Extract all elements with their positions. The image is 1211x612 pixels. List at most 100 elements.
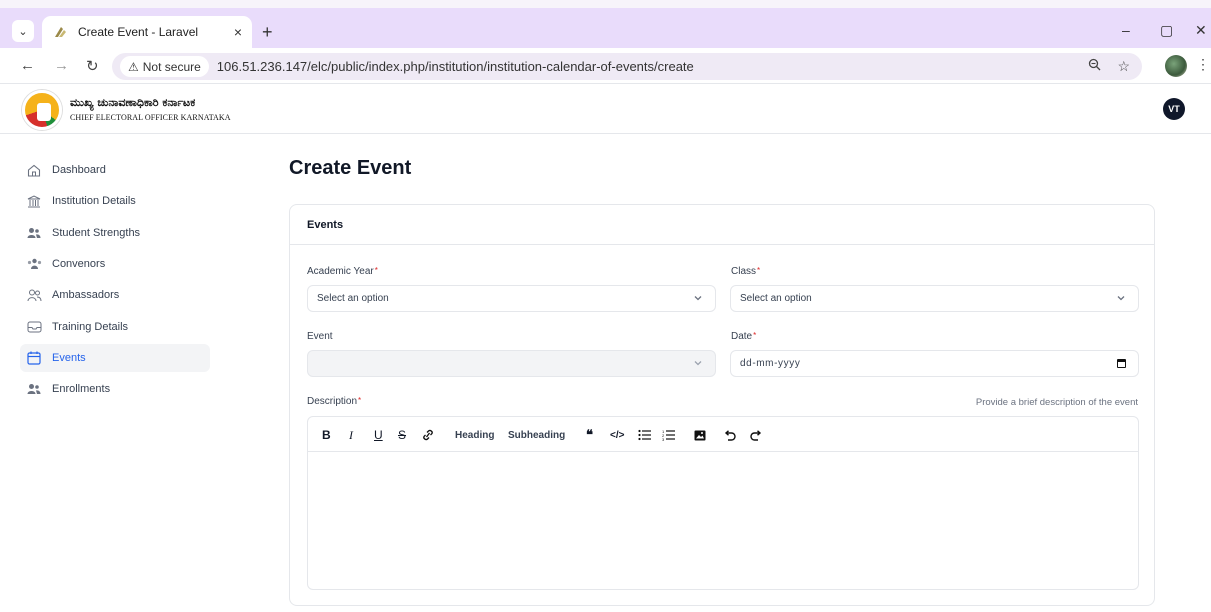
- date-input[interactable]: dd-mm-yyyy: [730, 350, 1139, 377]
- address-bar-row: ← → ↻ ⚠ Not secure 106.51.236.147/elc/pu…: [0, 48, 1211, 84]
- card-title: Events: [290, 205, 1154, 245]
- bookmark-star-icon[interactable]: ☆: [1117, 58, 1130, 75]
- sidebar-item-convenors[interactable]: Convenors: [20, 250, 210, 278]
- required-mark: *: [374, 266, 378, 275]
- browser-menu-icon[interactable]: ⋮: [1196, 56, 1210, 73]
- sidebar-item-student-strengths[interactable]: Student Strengths: [20, 219, 210, 247]
- event-label-text: Event: [307, 331, 333, 342]
- chevron-down-icon: [694, 296, 702, 301]
- sidebar-item-label: Convenors: [52, 258, 106, 270]
- sidebar-item-ambassadors[interactable]: Ambassadors: [20, 281, 210, 309]
- sidebar-item-label: Training Details: [52, 321, 129, 333]
- tab-title: Create Event - Laravel: [78, 25, 199, 39]
- bullet-list-button[interactable]: [638, 427, 651, 443]
- window-close-button[interactable]: ✕: [1195, 22, 1207, 39]
- undo-icon: [724, 429, 736, 441]
- description-hint: Provide a brief description of the event: [975, 397, 1138, 408]
- zoom-icon[interactable]: [1088, 58, 1101, 75]
- security-label: Not secure: [142, 59, 201, 74]
- bold-button[interactable]: B: [322, 427, 331, 443]
- undo-button[interactable]: [724, 427, 736, 443]
- browser-profile-avatar[interactable]: [1165, 55, 1187, 77]
- blockquote-button[interactable]: ❝: [586, 427, 593, 443]
- org-name-kannada: ಮುಖ್ಯ ಚುನಾವಣಾಧಿಕಾರಿ ಕರ್ನಾಟಕ: [70, 96, 196, 109]
- user-avatar[interactable]: VT: [1163, 98, 1185, 120]
- home-icon: [26, 163, 42, 177]
- warning-icon: ⚠: [128, 59, 139, 74]
- date-placeholder: dd-mm-yyyy: [740, 358, 801, 369]
- date-label-text: Date: [731, 331, 753, 342]
- heading-button[interactable]: Heading: [455, 427, 494, 443]
- redo-icon: [750, 429, 762, 441]
- people-outline-icon: [26, 288, 42, 302]
- description-label: Description*: [307, 396, 361, 407]
- omnibox[interactable]: ⚠ Not secure 106.51.236.147/elc/public/i…: [112, 53, 1142, 80]
- sidebar-item-label: Ambassadors: [52, 289, 120, 301]
- minimize-button[interactable]: –: [1122, 22, 1130, 38]
- academic-year-label-text: Academic Year: [307, 266, 374, 277]
- sidebar-item-training-details[interactable]: Training Details: [20, 313, 210, 341]
- tab-close-icon[interactable]: ×: [234, 24, 242, 40]
- event-label: Event: [307, 331, 333, 342]
- new-tab-button[interactable]: +: [262, 22, 273, 42]
- sidebar-item-enrollments[interactable]: Enrollments: [20, 375, 210, 403]
- events-form-card: Events Academic Year* Select an option C…: [289, 204, 1155, 606]
- security-chip[interactable]: ⚠ Not secure: [120, 56, 209, 77]
- underline-button[interactable]: U: [374, 427, 383, 443]
- sidebar: Dashboard Institution Details Student St…: [0, 134, 230, 612]
- chevron-down-icon: [1117, 296, 1125, 301]
- sidebar-item-label: Enrollments: [52, 383, 111, 395]
- class-label: Class*: [731, 266, 760, 277]
- forward-arrow-icon[interactable]: →: [54, 57, 69, 74]
- org-name-english: CHIEF ELECTORAL OFFICER KARNATAKA: [70, 113, 231, 122]
- class-label-text: Class: [731, 266, 757, 277]
- reload-icon[interactable]: ↻: [86, 57, 99, 75]
- ceo-logo-emblem: [22, 90, 62, 130]
- browser-chrome: ⌄ Create Event - Laravel × + – ▢ ✕ ← → ↻…: [0, 0, 1211, 84]
- class-select[interactable]: Select an option: [730, 285, 1139, 312]
- strikethrough-button[interactable]: S: [398, 427, 406, 443]
- ordered-list-button[interactable]: 123: [662, 427, 675, 443]
- sidebar-item-dashboard[interactable]: Dashboard: [20, 156, 210, 184]
- back-arrow-icon[interactable]: ←: [20, 57, 35, 74]
- description-editor-area[interactable]: [308, 452, 1138, 589]
- sidebar-item-label: Institution Details: [52, 195, 136, 207]
- academic-year-label: Academic Year*: [307, 266, 378, 277]
- subheading-button[interactable]: Subheading: [508, 427, 565, 443]
- page-title: Create Event: [289, 157, 412, 179]
- redo-button[interactable]: [750, 427, 762, 443]
- academic-year-select[interactable]: Select an option: [307, 285, 716, 312]
- calendar-icon: [26, 351, 42, 365]
- tray-icon: [26, 320, 42, 334]
- image-button[interactable]: [694, 427, 706, 443]
- chevron-down-icon: ⌄: [18, 25, 28, 38]
- url-text[interactable]: 106.51.236.147/elc/public/index.php/inst…: [217, 59, 694, 74]
- users-icon: [26, 226, 42, 240]
- class-value: Select an option: [740, 293, 812, 304]
- tab-strip: ⌄ Create Event - Laravel × + – ▢ ✕: [0, 8, 1211, 48]
- sidebar-item-events[interactable]: Events: [20, 344, 210, 372]
- date-label: Date*: [731, 331, 756, 342]
- required-mark: *: [753, 331, 757, 340]
- editor-toolbar: B I U S Heading Subheading ❝ </> 123: [308, 417, 1138, 452]
- required-mark: *: [358, 396, 362, 405]
- italic-button[interactable]: I: [349, 427, 353, 443]
- favicon-icon: [52, 24, 68, 40]
- code-button[interactable]: </>: [610, 427, 624, 443]
- sidebar-item-institution-details[interactable]: Institution Details: [20, 187, 210, 215]
- tab-search-button[interactable]: ⌄: [12, 20, 34, 42]
- sidebar-item-label: Dashboard: [52, 164, 106, 176]
- calendar-picker-icon[interactable]: [1117, 359, 1126, 368]
- org-logo-text: ಮುಖ್ಯ ಚುನಾವಣಾಧಿಕಾರಿ ಕರ್ನಾಟಕ CHIEF ELECTO…: [70, 96, 231, 122]
- event-select[interactable]: [307, 350, 716, 377]
- app-header: ಮುಖ್ಯ ಚುನಾವಣಾಧಿಕಾರಿ ಕರ್ನಾಟಕ CHIEF ELECTO…: [0, 84, 1211, 134]
- link-button[interactable]: [421, 427, 435, 443]
- browser-tab[interactable]: Create Event - Laravel ×: [42, 16, 252, 48]
- users-icon: [26, 382, 42, 396]
- ordered-list-icon: 123: [662, 429, 675, 441]
- link-icon: [423, 429, 433, 441]
- maximize-button[interactable]: ▢: [1160, 22, 1173, 39]
- chevron-down-icon: [694, 361, 702, 366]
- sidebar-item-label: Student Strengths: [52, 227, 141, 239]
- image-icon: [694, 430, 706, 440]
